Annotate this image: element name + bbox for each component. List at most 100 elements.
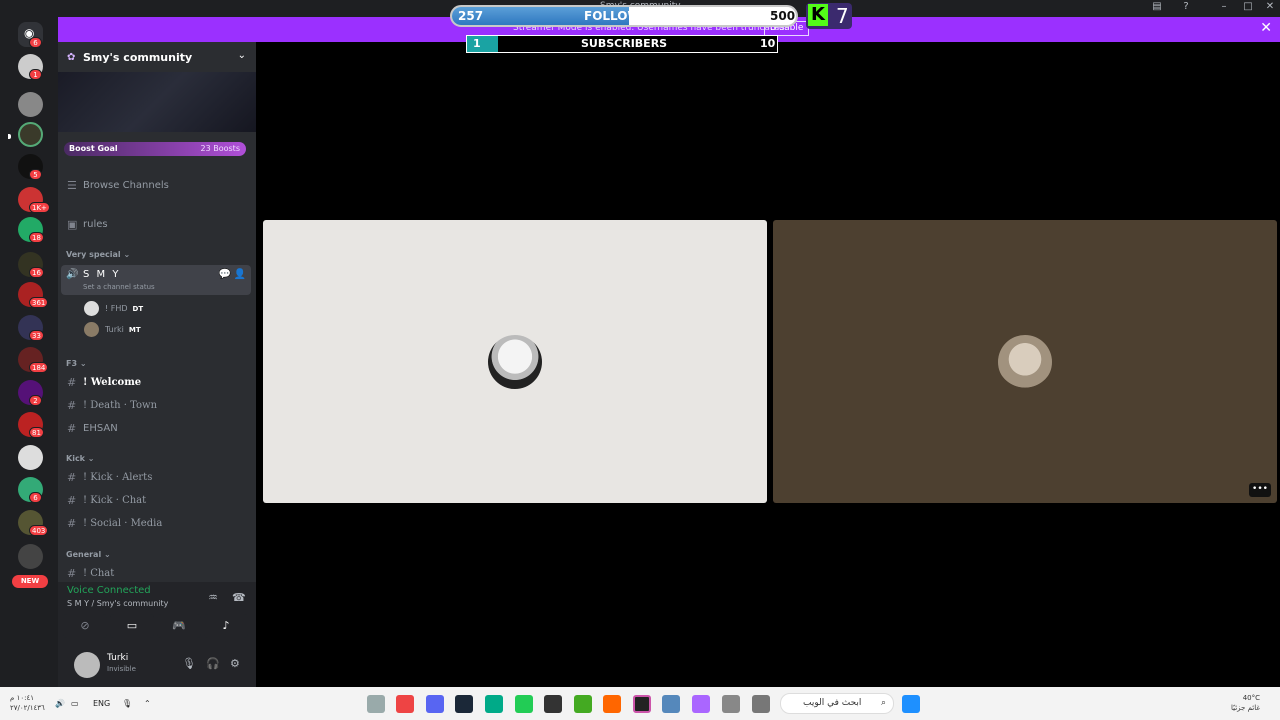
voice-channel-smy[interactable]: 🔊 S M Y Set a channel status 💬 👤 [61,265,251,295]
headphones-icon[interactable]: 🎧 [206,657,220,670]
more-options-icon[interactable]: ••• [1249,483,1271,497]
server-icon[interactable]: 16 [18,252,44,278]
copilot-app-icon[interactable] [692,695,710,713]
server-badge: 18 [29,232,44,243]
steam-app-icon[interactable] [455,695,473,713]
followers-goal-bar: 257 FOLLOWERS 500 [450,5,798,27]
settings-app-icon[interactable] [367,695,385,713]
discord-app-icon[interactable] [426,695,444,713]
participant-tile[interactable] [263,220,767,503]
subscribers-progress-fill [467,36,498,52]
server-icon[interactable] [18,445,43,470]
app-icon[interactable] [603,695,621,713]
avatar [84,322,99,337]
weather-widget[interactable]: 40°C غائم جزئيًا [1231,693,1260,713]
mic-icon[interactable]: 🎙 [182,657,196,670]
hash-icon: # [67,422,77,435]
widgets-icon[interactable] [752,695,770,713]
channel-social-media[interactable]: # ! Social · Media [64,514,252,534]
help-icon[interactable]: ? [1176,0,1196,14]
server-icon[interactable]: 81 [18,412,44,438]
channel-ehsan[interactable]: # EHSAN [64,419,252,439]
language-indicator[interactable]: ENG [93,699,110,708]
chevron-up-icon[interactable]: ⌃ [144,699,151,708]
boost-goal-bar[interactable]: Boost Goal 23 Boosts [64,142,246,156]
noise-suppression-icon[interactable]: ♒ [208,591,218,604]
category-general[interactable]: General ⌄ [66,550,111,559]
chat-bubble-icon[interactable]: 💬 [219,269,231,280]
gear-icon[interactable]: ⚙ [230,657,240,670]
channel-welcome[interactable]: # ! Welcome [64,373,252,393]
server-icon[interactable] [8,122,43,147]
activities-button[interactable]: 🎮 [157,614,201,638]
server-icon[interactable]: 5 [18,154,43,180]
inbox-icon[interactable]: ▤ [1147,0,1167,14]
invite-user-icon[interactable]: 👤 [234,269,246,280]
minimize-button[interactable]: – [1214,0,1234,14]
minecraft-app-icon[interactable] [574,695,592,713]
server-badge: 5 [29,169,42,180]
server-banner-image [58,72,256,132]
task-view-icon[interactable] [722,695,740,713]
new-servers-pill[interactable]: NEW [12,575,48,588]
boost-goal-label: Boost Goal [69,144,118,153]
server-header[interactable]: ✿ Smy's community ⌄ [58,42,256,72]
category-f3[interactable]: F3 ⌄ [66,359,87,368]
voice-connected-location: S M Y / Smy's community [67,599,169,608]
server-icon[interactable]: 403 [18,510,49,536]
close-banner-icon[interactable]: ✕ [1260,20,1272,36]
screen-share-button[interactable]: ▭ [110,614,154,638]
category-very-special[interactable]: Very special ⌄ [66,250,130,259]
volume-icon[interactable]: 🔊 [55,699,65,708]
subscribers-goal-bar: 1 SUBSCRIBERS 10 [466,35,778,53]
search-input[interactable]: ابحث في الويب ⌕ [780,693,894,714]
browse-channels[interactable]: ☰ Browse Channels [64,176,252,196]
avatar [998,335,1052,389]
server-icon[interactable]: 1K+ [18,187,50,213]
obs-app-icon[interactable] [633,695,651,713]
subscribers-current: 1 [473,37,481,50]
server-icon[interactable]: 2 [18,380,43,406]
epic-app-icon[interactable] [544,695,562,713]
clock[interactable]: ١٠:٤١ م ٢٧/٠٢/١٤٣٦ [10,693,45,713]
server-badge: 1 [29,69,42,80]
participant-tile[interactable]: ••• [773,220,1277,503]
channel-kick-chat[interactable]: # ! Kick · Chat [64,491,252,511]
mic-tray-icon[interactable]: 🎙 [122,699,132,708]
start-windows-icon[interactable] [902,695,920,713]
channel-kick-alerts[interactable]: # ! Kick · Alerts [64,468,252,488]
soundboard-button[interactable]: ♪ [204,614,248,638]
avatar[interactable] [74,652,100,678]
server-icon[interactable]: 361 [18,282,49,308]
camera-off-button[interactable]: ⊘ [63,614,107,638]
channel-chat[interactable]: # ! Chat [64,564,252,584]
server-icon[interactable]: 6 [18,477,43,503]
chevron-down-icon[interactable]: ⌄ [238,50,246,61]
server-icon[interactable]: 1 [18,54,43,80]
browse-channels-icon: ☰ [67,179,77,192]
server-icon[interactable]: 18 [18,217,44,243]
server-icon[interactable]: 184 [18,347,49,373]
close-window-button[interactable]: ✕ [1260,0,1280,14]
hash-icon: # [67,471,77,484]
hash-icon: # [67,399,77,412]
server-icon[interactable] [18,544,43,569]
server-icon[interactable]: 33 [18,315,44,341]
chrome-app-icon[interactable] [396,695,414,713]
chat-app-icon[interactable] [515,695,533,713]
disconnect-icon[interactable]: ☎ [232,591,246,604]
voice-connected-status[interactable]: Voice Connected [67,585,151,596]
network-icon[interactable]: ▭ [71,699,79,708]
discord-home-icon[interactable]: ◉ 6 [18,22,43,48]
maximize-button[interactable]: □ [1238,0,1258,14]
server-icon[interactable] [18,92,43,117]
set-channel-status[interactable]: Set a channel status [83,283,155,291]
category-kick[interactable]: Kick ⌄ [66,454,95,463]
channel-rules[interactable]: ▣ rules [64,215,252,235]
kick-count: 7 [836,4,849,28]
speaker-icon: 🔊 [66,269,79,280]
server-rail: ◉ 6 1 5 1K+ 18 16 361 33 184 2 81 6 403 … [0,17,58,687]
store-app-icon[interactable] [662,695,680,713]
edge-app-icon[interactable] [485,695,503,713]
channel-death-town[interactable]: # ! Death · Town [64,396,252,416]
